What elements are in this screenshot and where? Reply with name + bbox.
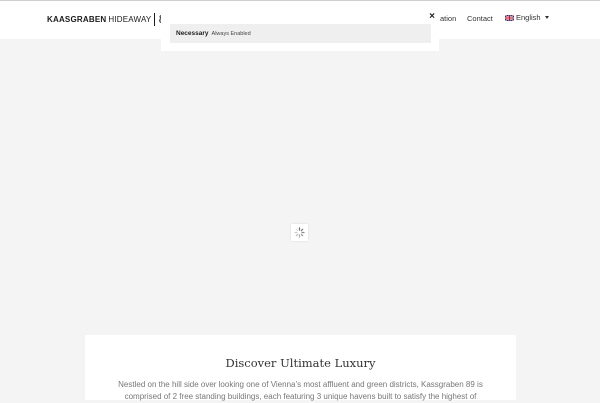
- section-text-line-1: Nestled on the hill side over looking on…: [118, 380, 483, 389]
- logo-wordmark-bold: KAASGRABEN: [47, 14, 107, 24]
- intro-section: Discover Ultimate Luxury Nestled on the …: [85, 335, 516, 403]
- logo-divider: [154, 12, 156, 26]
- nav-item-contact[interactable]: Contact: [467, 14, 493, 23]
- consent-category-status: Always Enabled: [211, 30, 251, 37]
- consent-category-necessary[interactable]: Necessary Always Enabled: [170, 24, 431, 43]
- top-border: [0, 0, 600, 1]
- consent-category-title: Necessary: [176, 30, 209, 37]
- close-icon[interactable]: ×: [429, 11, 435, 23]
- cookie-consent-panel: × Necessary Always Enabled: [161, 10, 439, 51]
- uk-flag-icon: [505, 14, 514, 21]
- caret-down-icon: [544, 16, 549, 19]
- logo-wordmark-light: HIDEAWAY: [108, 14, 152, 24]
- section-title: Discover Ultimate Luxury: [225, 356, 376, 370]
- loading-spinner: [291, 224, 308, 241]
- loading-spinner-icon: [294, 227, 305, 238]
- language-switcher[interactable]: English: [505, 13, 549, 22]
- section-text: Nestled on the hill side over looking on…: [109, 379, 492, 403]
- site-logo[interactable]: KAASGRABEN HIDEAWAY 89: [47, 12, 172, 26]
- language-label: English: [516, 13, 541, 22]
- nav-item-location[interactable]: ation: [440, 14, 456, 23]
